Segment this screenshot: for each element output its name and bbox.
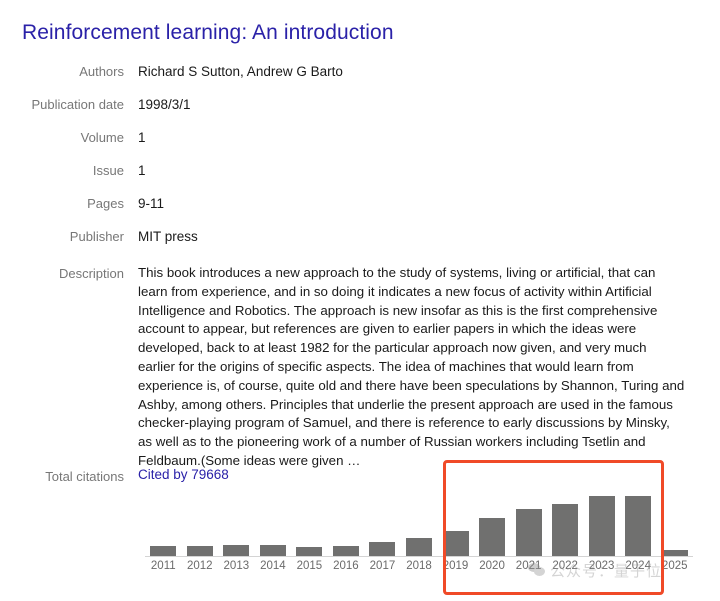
chart-x-label: 2019: [436, 558, 476, 574]
field-value-issue: 1: [138, 161, 700, 180]
chart-x-label: 2023: [582, 558, 622, 574]
chart-bar[interactable]: [516, 509, 542, 556]
table-row: Authors Richard S Sutton, Andrew G Barto: [0, 62, 700, 81]
field-value-volume: 1: [138, 128, 700, 147]
chart-bar[interactable]: [369, 542, 395, 556]
field-label-volume: Volume: [0, 128, 138, 147]
table-row: Publication date 1998/3/1: [0, 95, 700, 114]
table-row: Pages 9-11: [0, 194, 700, 213]
table-row: Issue 1: [0, 161, 700, 180]
field-label-pages: Pages: [0, 194, 138, 213]
chart-x-label: 2017: [362, 558, 402, 574]
chart-x-label: 2013: [216, 558, 256, 574]
table-row: Publisher MIT press: [0, 227, 700, 246]
table-row-description: Description This book introduces a new a…: [0, 264, 700, 471]
field-label-total-citations: Total citations: [0, 467, 138, 486]
chart-bar[interactable]: [333, 546, 359, 556]
chart-plot-area: [145, 492, 693, 556]
field-value-publication-date: 1998/3/1: [138, 95, 700, 114]
chart-x-label: 2014: [253, 558, 293, 574]
chart-bar[interactable]: [260, 545, 286, 556]
cited-by-link[interactable]: Cited by 79668: [138, 467, 229, 482]
field-value-publisher: MIT press: [138, 227, 700, 246]
citations-bar-chart: 2011201220132014201520162017201820192020…: [145, 492, 693, 577]
chart-x-label: 2021: [509, 558, 549, 574]
chart-x-label: 2020: [472, 558, 512, 574]
chart-bar[interactable]: [406, 538, 432, 556]
chart-bar[interactable]: [187, 546, 213, 556]
field-label-authors: Authors: [0, 62, 138, 81]
chart-bar[interactable]: [589, 496, 615, 556]
chart-bar[interactable]: [625, 496, 651, 556]
chart-bar[interactable]: [479, 518, 505, 556]
chart-x-label: 2025: [655, 558, 695, 574]
field-label-publication-date: Publication date: [0, 95, 138, 114]
page-title[interactable]: Reinforcement learning: An introduction: [22, 20, 394, 46]
chart-x-tick-labels: 2011201220132014201520162017201820192020…: [145, 558, 693, 576]
chart-x-label: 2012: [180, 558, 220, 574]
chart-x-label: 2022: [545, 558, 585, 574]
chart-x-label: 2015: [289, 558, 329, 574]
field-value-authors: Richard S Sutton, Andrew G Barto: [138, 62, 700, 81]
field-label-issue: Issue: [0, 161, 138, 180]
chart-x-label: 2016: [326, 558, 366, 574]
total-citations-row: Total citations Cited by 79668: [0, 467, 700, 486]
field-value-description: This book introduces a new approach to t…: [138, 264, 686, 471]
chart-x-label: 2018: [399, 558, 439, 574]
scholar-publication-page: Reinforcement learning: An introduction …: [0, 0, 720, 601]
chart-bar[interactable]: [552, 504, 578, 556]
field-label-publisher: Publisher: [0, 227, 138, 246]
chart-x-label: 2011: [143, 558, 183, 574]
chart-bar[interactable]: [223, 545, 249, 556]
chart-x-axis: [145, 556, 693, 557]
chart-bar[interactable]: [150, 546, 176, 556]
field-value-pages: 9-11: [138, 194, 700, 213]
chart-bar[interactable]: [296, 547, 322, 556]
field-label-description: Description: [0, 264, 138, 283]
chart-x-label: 2024: [618, 558, 658, 574]
metadata-table: Authors Richard S Sutton, Andrew G Barto…: [0, 62, 700, 485]
chart-bar[interactable]: [443, 531, 469, 556]
table-row: Volume 1: [0, 128, 700, 147]
